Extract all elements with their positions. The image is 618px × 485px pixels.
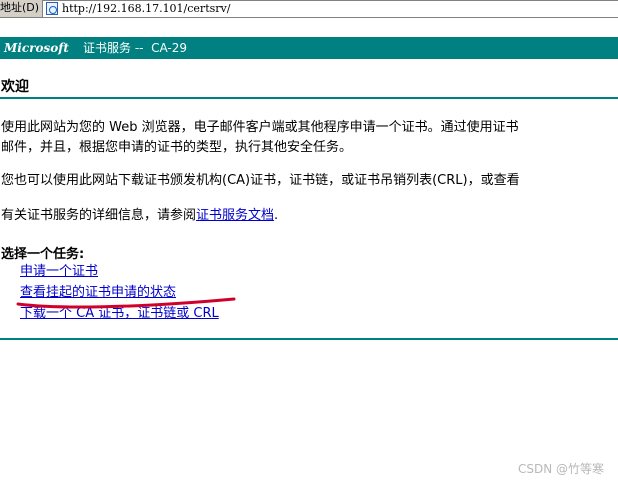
docs-info-text: 有关证书服务的详细信息，请参阅证书服务文档. bbox=[1, 206, 278, 226]
cert-services-docs-link[interactable]: 证书服务文档 bbox=[196, 208, 274, 223]
divider-top bbox=[0, 97, 618, 99]
page-heading: 欢迎 bbox=[1, 79, 29, 95]
view-pending-request-link[interactable]: 查看挂起的证书申请的状态 bbox=[20, 285, 176, 300]
address-label: 地址(D) bbox=[0, 1, 40, 14]
tasks-title: 选择一个任务: bbox=[1, 247, 85, 262]
welcome-text-line1: 使用此网站为您的 Web 浏览器，电子邮件客户端或其他程序申请一个证书。通过使用… bbox=[1, 120, 519, 135]
divider-bottom bbox=[0, 338, 618, 340]
csdn-watermark: CSDN @竹等寒 bbox=[517, 462, 604, 476]
task-request-certificate: 申请一个证书 bbox=[20, 263, 98, 281]
address-url[interactable]: http://192.168.17.101/certsrv/ bbox=[62, 2, 230, 16]
download-ca-cert-link[interactable]: 下载一个 CA 证书，证书链或 CRL bbox=[20, 306, 219, 321]
certsrv-banner: Microsoft 证书服务 -- CA-29 bbox=[0, 37, 618, 59]
download-info-text: 您也可以使用此网站下载证书颁发机构(CA)证书，证书链，或证书吊销列表(CRL)… bbox=[1, 173, 520, 188]
banner-title: 证书服务 -- CA-29 bbox=[83, 41, 188, 55]
ie-page-icon bbox=[46, 2, 58, 15]
task-view-pending: 查看挂起的证书申请的状态 bbox=[20, 284, 176, 302]
address-input[interactable]: http://192.168.17.101/certsrv/ bbox=[42, 0, 618, 17]
request-certificate-link[interactable]: 申请一个证书 bbox=[20, 264, 98, 279]
task-download-ca: 下载一个 CA 证书，证书链或 CRL bbox=[20, 305, 219, 323]
address-bar: 地址(D) http://192.168.17.101/certsrv/ bbox=[0, 0, 618, 18]
microsoft-logo: Microsoft bbox=[4, 41, 69, 55]
docs-info-suffix: . bbox=[274, 208, 279, 223]
docs-info-prefix: 有关证书服务的详细信息，请参阅 bbox=[1, 208, 197, 223]
welcome-text-line2: 邮件，并且，根据您申请的证书的类型，执行其他安全任务。 bbox=[1, 140, 353, 155]
